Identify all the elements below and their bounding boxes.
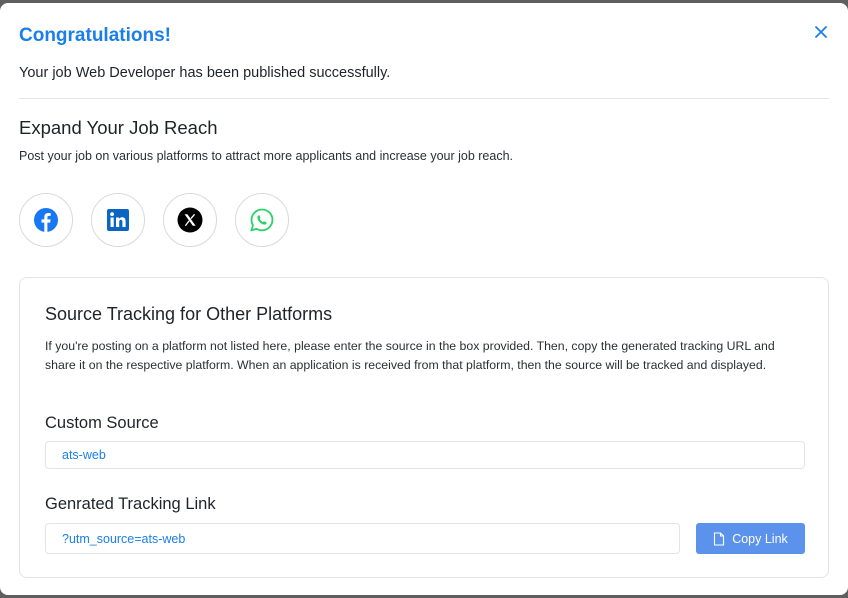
tracking-title: Source Tracking for Other Platforms [45,304,333,324]
custom-source-input[interactable] [45,441,805,469]
linkedin-icon [107,209,129,231]
close-icon [815,26,827,38]
custom-source-label: Custom Source [45,414,159,432]
facebook-icon [34,208,58,232]
reach-description: Post your job on various platforms to at… [19,149,514,163]
reach-title: Expand Your Job Reach [19,117,218,138]
tracking-description: If you're posting on a platform not list… [45,339,775,372]
share-x-button[interactable] [163,193,217,247]
published-message: Your job Web Developer has been publishe… [19,65,391,81]
source-tracking-card: Source Tracking for Other Platforms If y… [19,277,829,578]
divider [19,98,829,99]
document-icon [714,531,725,546]
close-button[interactable] [810,21,832,43]
modal-title: Congratulations! [19,25,171,46]
tracking-link-label: Genrated Tracking Link [45,495,216,513]
x-icon [177,207,203,233]
tracking-link-field[interactable] [45,523,680,554]
share-whatsapp-button[interactable] [235,193,289,247]
share-facebook-button[interactable] [19,193,73,247]
publish-success-modal: Congratulations! Your job Web Developer … [0,3,848,595]
whatsapp-icon [250,208,274,232]
share-linkedin-button[interactable] [91,193,145,247]
copy-link-label: Copy Link [732,531,788,546]
copy-link-button[interactable]: Copy Link [696,523,805,554]
